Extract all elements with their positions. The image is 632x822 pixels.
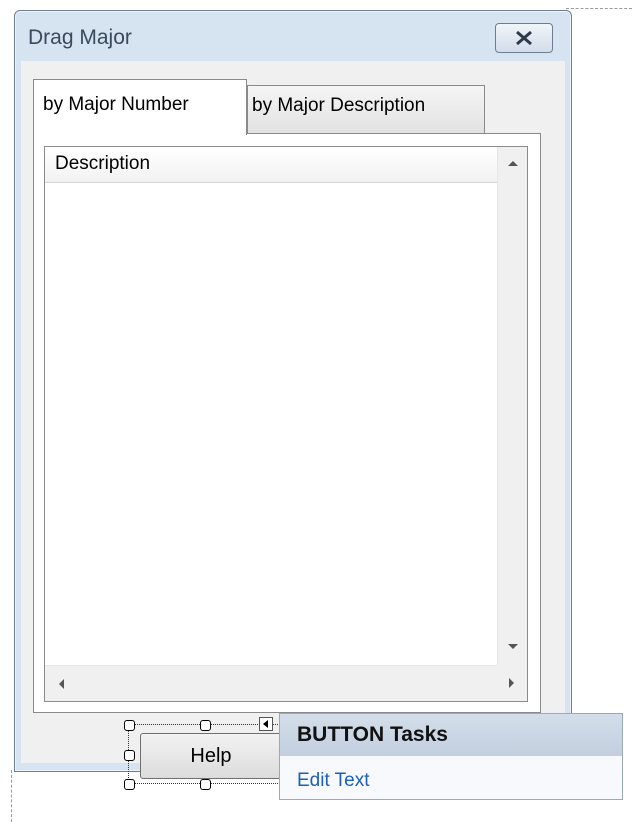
form-window: Drag Major by Major Number by Major Desc… (14, 10, 572, 772)
scrollbar-corner (497, 665, 527, 701)
edit-text-link[interactable]: Edit Text (297, 770, 370, 792)
horizontal-scrollbar[interactable] (45, 665, 497, 701)
vertical-scrollbar[interactable] (497, 147, 527, 665)
window-title: Drag Major (28, 26, 132, 49)
form-client-area: by Major Number by Major Description Des… (21, 61, 565, 763)
resize-handle[interactable] (124, 750, 135, 761)
scroll-left-icon[interactable] (59, 679, 64, 689)
tab-page: Description (33, 133, 541, 713)
scroll-down-icon[interactable] (508, 644, 518, 649)
scroll-up-icon[interactable] (508, 161, 518, 166)
resize-handle[interactable] (200, 720, 211, 731)
tab-label: by Major Number (43, 94, 189, 115)
designer-guide-line (566, 8, 632, 9)
scroll-right-icon[interactable] (509, 678, 514, 688)
tab-by-major-number[interactable]: by Major Number (33, 79, 247, 135)
tab-by-major-description[interactable]: by Major Description (247, 85, 485, 133)
resize-handle[interactable] (200, 779, 211, 790)
column-header-description[interactable]: Description (45, 147, 497, 183)
resize-handle[interactable] (124, 779, 135, 790)
designer-guide-line (11, 770, 12, 822)
close-icon (516, 30, 532, 46)
smart-tag-icon[interactable] (259, 717, 273, 731)
button-tasks-panel: BUTTON Tasks Edit Text (279, 713, 623, 800)
majors-list-view[interactable]: Description (44, 146, 528, 702)
tasks-panel-title: BUTTON Tasks (280, 714, 622, 756)
close-button[interactable] (495, 23, 553, 53)
help-button[interactable]: Help (140, 733, 282, 779)
tab-label: by Major Description (252, 95, 426, 116)
resize-handle[interactable] (124, 720, 135, 731)
